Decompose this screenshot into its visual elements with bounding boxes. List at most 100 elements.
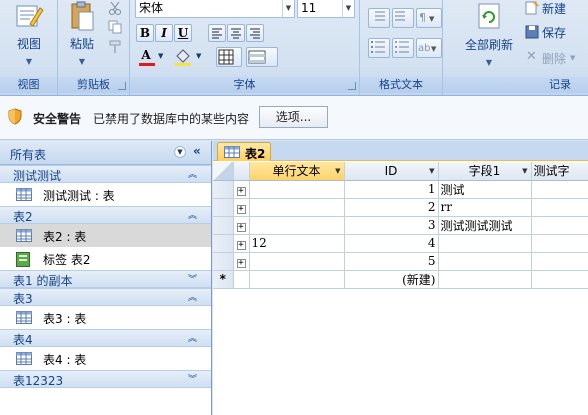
font-size-select[interactable]: 11 ▼ <box>297 0 355 18</box>
dialog-launcher-icon[interactable] <box>118 82 126 90</box>
nav-group-header[interactable]: 表12323 ︾ <box>0 370 211 388</box>
align-left-button[interactable] <box>208 24 226 42</box>
increase-indent-button[interactable] <box>392 8 414 28</box>
table-cell[interactable] <box>531 216 588 235</box>
new-record-label[interactable]: (新建) <box>344 270 439 289</box>
row-selector[interactable] <box>213 234 234 253</box>
gridlines-button[interactable] <box>216 47 242 67</box>
nav-group-header[interactable]: 表1 的副本 ︾ <box>0 270 211 288</box>
expand-cell[interactable]: + <box>233 234 250 253</box>
row-selector[interactable] <box>213 216 234 235</box>
column-header[interactable]: 测试字 <box>531 162 588 181</box>
table-icon <box>16 229 32 242</box>
expand-cell[interactable]: + <box>233 198 250 217</box>
table-cell[interactable]: 12 <box>249 234 345 253</box>
row-selector[interactable] <box>213 252 234 271</box>
highlight-button[interactable]: ab ▼ <box>416 38 442 58</box>
underline-button[interactable]: U <box>174 24 192 42</box>
table-cell[interactable] <box>438 234 532 253</box>
view-button[interactable]: 视图 ▼ <box>8 2 50 66</box>
row-selector[interactable] <box>213 198 234 217</box>
table-cell[interactable] <box>249 270 345 289</box>
refresh-all-button[interactable]: 全部刷新 ▼ <box>461 2 517 67</box>
expand-cell[interactable]: + <box>233 252 250 271</box>
chevron-down-icon: ▼ <box>25 57 33 66</box>
alternate-fill-icon <box>248 50 266 64</box>
table-cell[interactable] <box>531 234 588 253</box>
expand-icon[interactable]: + <box>236 187 246 196</box>
table-cell[interactable] <box>531 270 588 289</box>
table-cell[interactable]: 2 <box>344 198 439 217</box>
nav-item-table[interactable]: 表3 : 表 <box>0 306 211 329</box>
paste-button[interactable]: 粘贴 ▼ <box>64 0 100 66</box>
table-cell[interactable] <box>249 180 345 199</box>
table-cell[interactable] <box>531 180 588 199</box>
table-cell[interactable] <box>531 198 588 217</box>
nav-pane-header[interactable]: 所有表 ▼ « <box>0 141 211 165</box>
paragraph-direction-button[interactable]: ¶ ▼ <box>416 8 442 28</box>
grid-icon <box>218 49 234 65</box>
collapse-pane-icon[interactable]: « <box>193 144 201 158</box>
chevron-down-icon[interactable]: ▼ <box>429 167 434 175</box>
table-cell[interactable]: rr <box>438 198 532 217</box>
row-selector[interactable] <box>213 180 234 199</box>
table-cell[interactable]: 3 <box>344 216 439 235</box>
chevron-down-icon[interactable]: ▼ <box>522 167 527 175</box>
options-button[interactable]: 选项... <box>259 106 328 128</box>
table-cell[interactable]: 1 <box>344 180 439 199</box>
table-icon <box>16 352 32 365</box>
fill-color-button[interactable]: ▼ <box>174 48 208 66</box>
table-cell[interactable]: 4 <box>344 234 439 253</box>
table-cell[interactable] <box>438 270 532 289</box>
dialog-launcher-icon[interactable] <box>348 82 356 90</box>
nav-group-header[interactable]: 表3 ︽ <box>0 288 211 306</box>
nav-group-header[interactable]: 测试测试 ︽ <box>0 165 211 183</box>
bullets-button[interactable] <box>392 38 414 58</box>
expand-cell[interactable]: + <box>233 216 250 235</box>
nav-item-table[interactable]: 表2 : 表 <box>0 224 211 247</box>
column-header[interactable]: 单行文本 ▼ <box>249 162 345 181</box>
table-cell[interactable] <box>249 252 345 271</box>
font-group: 宋体 ▼ 11 ▼ B I U A ▼ ▼ 字体 <box>130 0 360 95</box>
column-header[interactable]: ID ▼ <box>344 162 439 181</box>
align-center-button[interactable] <box>227 24 245 42</box>
table-cell[interactable] <box>531 252 588 271</box>
expand-icon[interactable]: + <box>236 223 246 232</box>
nav-item-report[interactable]: 标签 表2 <box>0 247 211 270</box>
alternate-fill-button[interactable] <box>246 47 278 67</box>
italic-button[interactable]: I <box>155 24 173 42</box>
chevron-down-icon[interactable]: ▼ <box>335 167 340 175</box>
chevron-down-icon: ▼ <box>485 58 493 67</box>
select-all-corner[interactable] <box>213 162 234 181</box>
align-right-button[interactable] <box>246 24 264 42</box>
copy-icon[interactable] <box>108 20 122 34</box>
table-cell[interactable]: 5 <box>344 252 439 271</box>
expand-icon[interactable]: + <box>236 259 246 268</box>
nav-group-header[interactable]: 表2 ︽ <box>0 206 211 224</box>
bold-button[interactable]: B <box>136 24 154 42</box>
table-cell[interactable] <box>249 198 345 217</box>
font-color-button[interactable]: A ▼ <box>138 48 168 66</box>
expand-icon[interactable]: + <box>236 241 246 250</box>
nav-group-header[interactable]: 表4 ︽ <box>0 329 211 347</box>
format-painter-icon[interactable] <box>108 40 122 54</box>
table-cell[interactable] <box>438 252 532 271</box>
svg-text:ab: ab <box>418 43 430 54</box>
expand-icon[interactable]: + <box>236 205 246 214</box>
tab-table2[interactable]: 表2 <box>217 142 271 161</box>
nav-item-table[interactable]: 测试测试 : 表 <box>0 183 211 206</box>
nav-item-table[interactable]: 表4 : 表 <box>0 347 211 370</box>
decrease-indent-button[interactable] <box>368 8 390 28</box>
table-cell[interactable]: 测试 <box>438 180 532 199</box>
column-header[interactable]: 字段1 ▼ <box>438 162 532 181</box>
numbering-button[interactable] <box>368 38 390 58</box>
table-cell[interactable] <box>249 216 345 235</box>
cut-icon[interactable] <box>108 1 122 15</box>
table-cell[interactable]: 测试测试测试 <box>438 216 532 235</box>
chevron-down-icon: ▼ <box>570 54 576 62</box>
chevron-down-icon[interactable]: ▼ <box>174 146 186 158</box>
expand-cell[interactable]: + <box>233 180 250 199</box>
table-icon <box>224 146 240 158</box>
new-row-marker[interactable]: * <box>213 270 234 289</box>
font-name-select[interactable]: 宋体 ▼ <box>135 0 295 18</box>
